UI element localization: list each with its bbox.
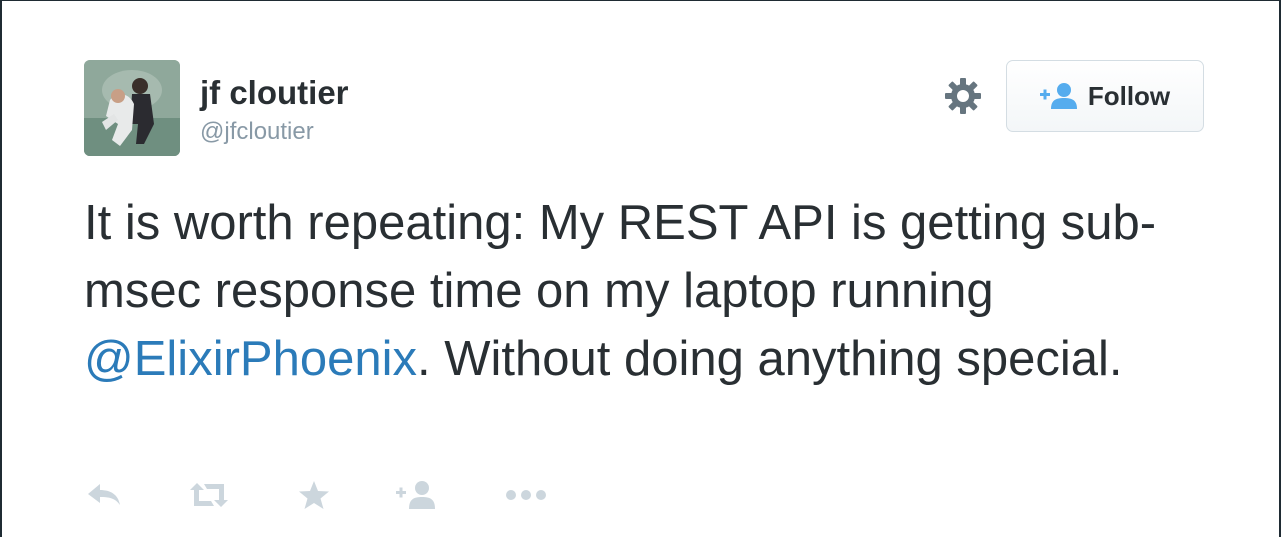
tweet-text-end: . Without doing anything special.	[416, 332, 1123, 386]
user-handle[interactable]: @jfcloutier	[200, 116, 314, 148]
more-button[interactable]	[504, 473, 548, 517]
star-icon	[299, 481, 329, 509]
avatar-photo	[84, 60, 180, 156]
gear-icon[interactable]	[942, 75, 984, 117]
tweet-text-start: It is worth repeating: My REST API is ge…	[84, 196, 1157, 318]
reply-icon	[88, 484, 120, 505]
tweet-text: It is worth repeating: My REST API is ge…	[84, 189, 1204, 393]
favorite-button[interactable]	[298, 473, 330, 517]
reply-button[interactable]	[86, 473, 122, 517]
follow-button[interactable]: Follow	[1006, 60, 1204, 132]
add-user-icon	[1039, 83, 1077, 109]
more-icon	[506, 490, 546, 500]
add-user-icon	[396, 481, 435, 509]
user-name[interactable]: jf cloutier	[200, 71, 349, 115]
retweet-icon	[190, 483, 228, 507]
mention-link[interactable]: @ElixirPhoenix	[84, 332, 417, 386]
follow-action-button[interactable]	[396, 473, 438, 517]
avatar[interactable]	[84, 60, 180, 156]
retweet-button[interactable]	[188, 473, 230, 517]
tweet-card: jf cloutier @jfcloutier Follow It is wor…	[0, 0, 1281, 537]
follow-label: Follow	[1087, 80, 1171, 111]
